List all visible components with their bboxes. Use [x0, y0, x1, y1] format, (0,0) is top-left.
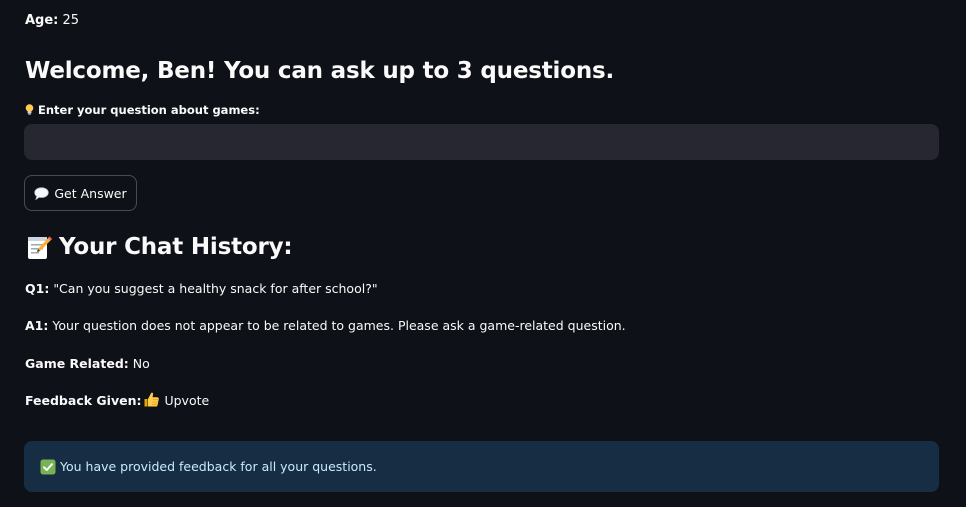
speech-bubble-icon: [34, 186, 49, 200]
game-related-value: No: [132, 356, 150, 371]
age-value: 25: [62, 13, 80, 28]
thumbs-up-icon: [144, 392, 160, 407]
check-mark-icon: [40, 459, 56, 474]
get-answer-label: Get Answer: [54, 185, 127, 201]
age-line: Age: 25: [25, 12, 79, 30]
question-input[interactable]: [24, 124, 939, 160]
game-related-label: Game Related:: [25, 356, 129, 371]
chat-history-title: Your Chat History:: [59, 234, 293, 260]
question-field-label-text: Enter your question about games:: [38, 103, 260, 117]
feedback-complete-message: You have provided feedback for all your …: [60, 458, 377, 474]
get-answer-button[interactable]: Get Answer: [24, 175, 137, 211]
answer-text: Your question does not appear to be rela…: [52, 318, 626, 333]
question-text: "Can you suggest a healthy snack for aft…: [53, 281, 378, 296]
question-field-label: Enter your question about games:: [25, 102, 260, 118]
history-game-related: Game Related: No: [25, 355, 150, 373]
history-feedback: Feedback Given: Upvote: [25, 391, 209, 410]
app-page: Age: 25 Welcome, Ben! You can ask up to …: [0, 0, 966, 507]
lightbulb-icon: [25, 104, 34, 115]
history-question: Q1: "Can you suggest a healthy snack for…: [25, 280, 378, 298]
question-label: Q1:: [25, 281, 50, 296]
feedback-value: Upvote: [164, 393, 210, 408]
chat-history-heading: Your Chat History:: [25, 231, 293, 263]
memo-icon: [28, 236, 52, 259]
feedback-complete-alert: You have provided feedback for all your …: [24, 441, 939, 492]
history-answer: A1: Your question does not appear to be …: [25, 317, 626, 335]
welcome-heading: Welcome, Ben! You can ask up to 3 questi…: [25, 58, 615, 84]
feedback-label: Feedback Given:: [25, 393, 142, 408]
age-label: Age:: [25, 13, 59, 28]
answer-label: A1:: [25, 318, 49, 333]
